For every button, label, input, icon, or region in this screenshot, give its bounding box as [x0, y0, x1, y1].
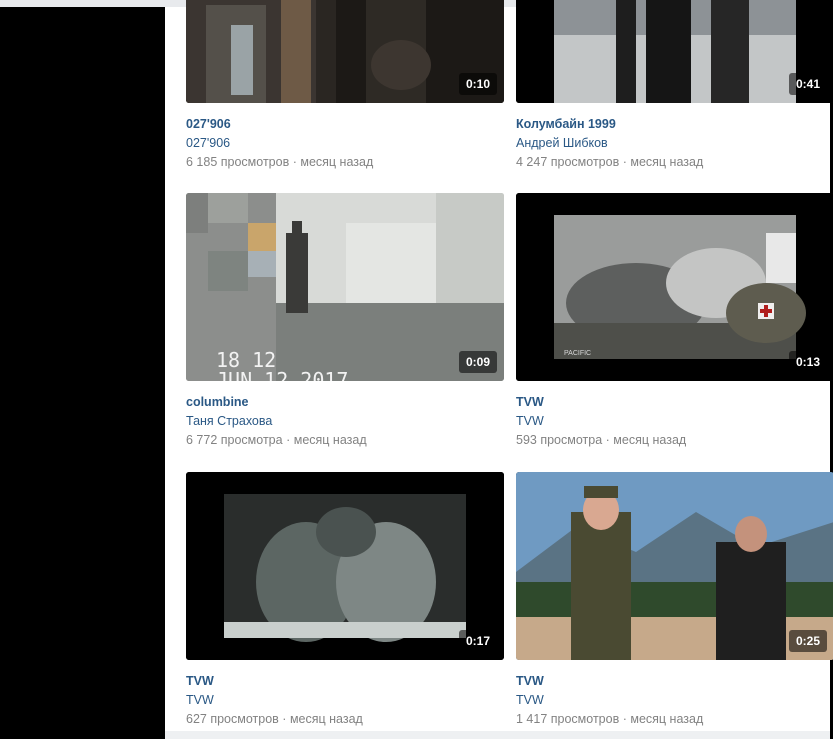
thumbnail-image: [186, 0, 504, 103]
video-author[interactable]: TVW: [516, 693, 833, 708]
bottom-strip: [165, 731, 830, 739]
upload-age: месяц назад: [289, 712, 363, 726]
upload-age: месяц назад: [300, 155, 374, 169]
separator: ·: [622, 155, 627, 169]
timestamp-date-overlay: JUN 12 2017: [216, 368, 348, 381]
thumbnail-image: PACIFIC: [516, 193, 833, 381]
view-count: 6 185 просмотров: [186, 155, 290, 169]
view-count: 593 просмотра: [516, 433, 603, 447]
duration-badge: 0:41: [788, 73, 827, 95]
video-card[interactable]: 0:25 TVW TVW 1 417 просмотров · месяц на…: [516, 472, 833, 727]
video-card[interactable]: 18 12 JUN 12 2017 0:09 columbine Таня Ст…: [186, 193, 504, 448]
video-thumbnail[interactable]: 0:41: [516, 0, 833, 103]
separator: ·: [292, 155, 297, 169]
video-meta: 6 772 просмотра · месяц назад: [186, 433, 504, 448]
video-meta: 4 247 просмотров · месяц назад: [516, 155, 833, 170]
video-card[interactable]: 0:17 TVW TVW 627 просмотров · месяц наза…: [186, 472, 504, 727]
duration-badge: 0:09: [458, 351, 497, 373]
upload-age: месяц назад: [630, 712, 704, 726]
video-author[interactable]: Таня Страхова: [186, 414, 504, 429]
duration-badge: 0:10: [458, 73, 497, 95]
left-black-panel: [0, 7, 165, 739]
video-meta: 6 185 просмотров · месяц назад: [186, 155, 504, 170]
video-author[interactable]: 027'906: [186, 136, 504, 151]
video-card[interactable]: PACIFIC 0:13 TVW TVW 593 просмотра · мес…: [516, 193, 833, 448]
video-thumbnail[interactable]: 0:10: [186, 0, 504, 103]
video-title[interactable]: TVW: [186, 674, 504, 689]
video-card[interactable]: 0:41 Колумбайн 1999 Андрей Шибков 4 247 …: [516, 0, 833, 170]
video-thumbnail[interactable]: PACIFIC 0:13: [516, 193, 833, 381]
duration-badge: 0:13: [788, 351, 827, 373]
view-count: 627 просмотров: [186, 712, 279, 726]
video-thumbnail[interactable]: 0:17: [186, 472, 504, 660]
view-count: 4 247 просмотров: [516, 155, 620, 169]
video-card[interactable]: 0:10 027'906 027'906 6 185 просмотров · …: [186, 0, 504, 170]
thumbnail-image: [186, 472, 504, 660]
video-meta: 1 417 просмотров · месяц назад: [516, 712, 833, 727]
duration-badge: 0:17: [458, 630, 497, 652]
view-count: 1 417 просмотров: [516, 712, 620, 726]
view-count: 6 772 просмотра: [186, 433, 283, 447]
video-author[interactable]: Андрей Шибков: [516, 136, 833, 151]
video-title[interactable]: 027'906: [186, 117, 504, 132]
upload-age: месяц назад: [293, 433, 367, 447]
duration-badge: 0:25: [788, 630, 827, 652]
upload-age: месяц назад: [613, 433, 687, 447]
video-title[interactable]: TVW: [516, 674, 833, 689]
video-author[interactable]: TVW: [186, 693, 504, 708]
separator: ·: [282, 712, 287, 726]
thumbnail-image: [516, 472, 833, 660]
video-title[interactable]: TVW: [516, 395, 833, 410]
video-thumbnail[interactable]: 0:25: [516, 472, 833, 660]
separator: ·: [605, 433, 610, 447]
thumbnail-image: 18 12 JUN 12 2017: [186, 193, 504, 381]
upload-age: месяц назад: [630, 155, 704, 169]
separator: ·: [286, 433, 291, 447]
video-thumbnail[interactable]: 18 12 JUN 12 2017 0:09: [186, 193, 504, 381]
thumbnail-image: [516, 0, 833, 103]
pacific-logo-overlay: PACIFIC: [564, 350, 591, 357]
video-meta: 593 просмотра · месяц назад: [516, 433, 833, 448]
video-meta: 627 просмотров · месяц назад: [186, 712, 504, 727]
video-author[interactable]: TVW: [516, 414, 833, 429]
video-title[interactable]: Колумбайн 1999: [516, 117, 833, 132]
separator: ·: [622, 712, 627, 726]
video-title[interactable]: columbine: [186, 395, 504, 410]
